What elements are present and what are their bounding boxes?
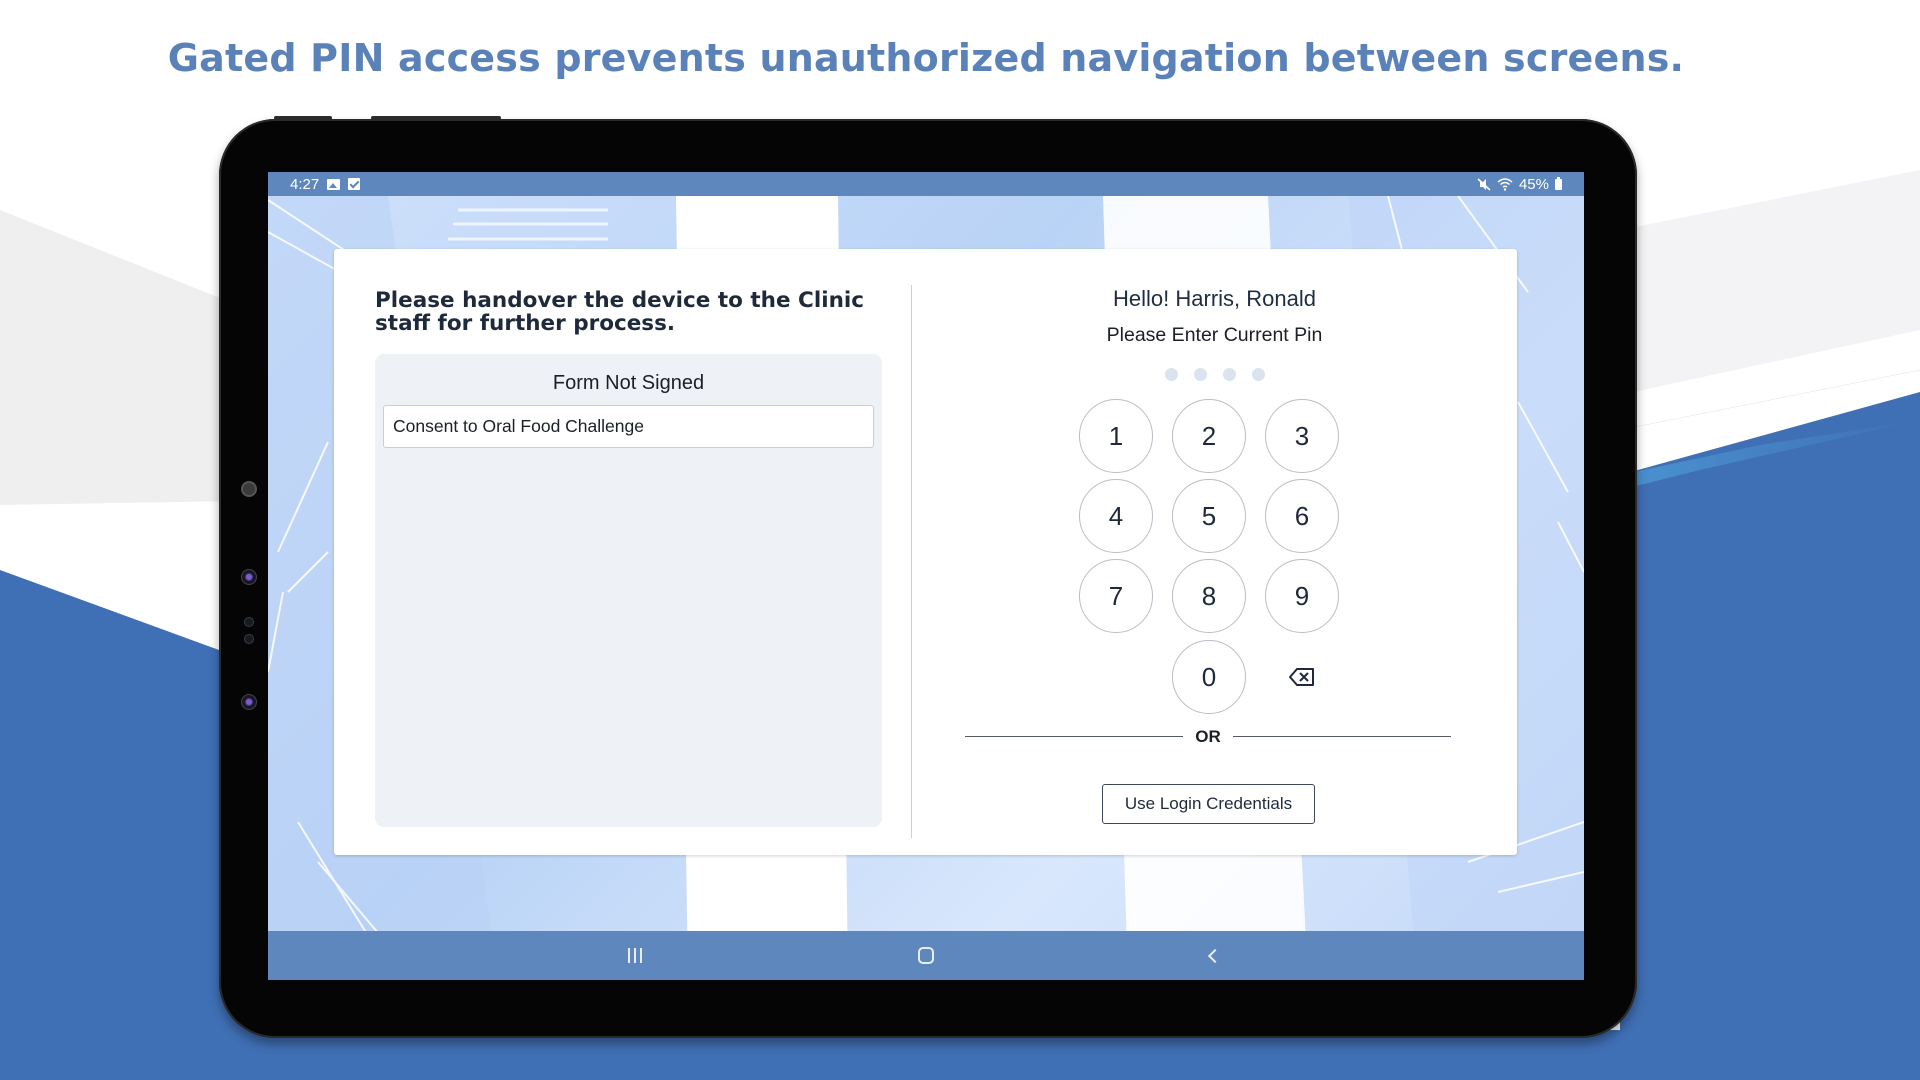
keypad-key-5[interactable]: 5 (1172, 479, 1246, 553)
or-label: OR (1195, 727, 1221, 746)
home-icon (918, 947, 934, 964)
home-button[interactable] (896, 931, 956, 980)
mute-icon (1477, 177, 1491, 191)
or-line-right (1233, 736, 1451, 737)
forms-panel-title: Form Not Signed (552, 372, 705, 394)
battery-percent: 45% (1518, 175, 1549, 193)
status-time: 4:27 (290, 175, 320, 193)
system-nav-bar (268, 931, 1584, 980)
backspace-button[interactable] (1265, 640, 1339, 714)
power-button (371, 116, 501, 120)
volume-button (274, 116, 332, 120)
pin-keypad: 1 2 3 4 5 6 7 8 9 0 (912, 249, 1517, 855)
recents-icon-bar (634, 948, 636, 963)
keypad-key-4[interactable]: 4 (1079, 479, 1153, 553)
page-headline: Gated PIN access prevents unauthorized n… (167, 36, 1685, 80)
wifi-icon (1497, 177, 1513, 191)
recents-icon-bar (640, 948, 642, 963)
sensor-dot-icon (244, 634, 254, 644)
battery-icon (1555, 176, 1562, 190)
recents-button[interactable] (605, 931, 665, 980)
backspace-icon (1289, 668, 1314, 686)
back-icon (1207, 948, 1223, 963)
keypad-key-6[interactable]: 6 (1265, 479, 1339, 553)
unsigned-forms-panel: Form Not Signed Consent to Oral Food Cha… (375, 354, 882, 827)
keypad-key-7[interactable]: 7 (1079, 559, 1153, 633)
handover-pane: Please handover the device to the Clinic… (375, 249, 885, 855)
recents-icon (628, 948, 630, 963)
use-login-credentials-button[interactable]: Use Login Credentials (1102, 784, 1315, 824)
status-bar: 4:27 45% (268, 172, 1584, 196)
tablet-screen: 4:27 45% Please handover the device to t… (268, 172, 1584, 980)
sensor-lens-icon (241, 694, 257, 710)
form-item-label: Consent to Oral Food Challenge (393, 416, 644, 436)
checkbox-icon (348, 178, 361, 190)
sensor-lens-icon (241, 569, 257, 585)
or-separator: OR (965, 726, 1451, 746)
keypad-key-3[interactable]: 3 (1265, 399, 1339, 473)
front-camera-icon (241, 481, 257, 497)
image-icon (327, 178, 341, 190)
keypad-key-0[interactable]: 0 (1172, 640, 1246, 714)
pin-entry-pane: Hello! Harris, Ronald Please Enter Curre… (912, 249, 1517, 855)
pin-gate-card: Please handover the device to the Clinic… (334, 249, 1517, 855)
keypad-key-9[interactable]: 9 (1265, 559, 1339, 633)
unsigned-form-item[interactable]: Consent to Oral Food Challenge (383, 405, 874, 448)
sensor-dot-icon (244, 617, 254, 627)
back-button[interactable] (1183, 931, 1243, 980)
keypad-key-1[interactable]: 1 (1079, 399, 1153, 473)
keypad-key-8[interactable]: 8 (1172, 559, 1246, 633)
keypad-key-2[interactable]: 2 (1172, 399, 1246, 473)
handover-instruction: Please handover the device to the Clinic… (375, 288, 864, 336)
